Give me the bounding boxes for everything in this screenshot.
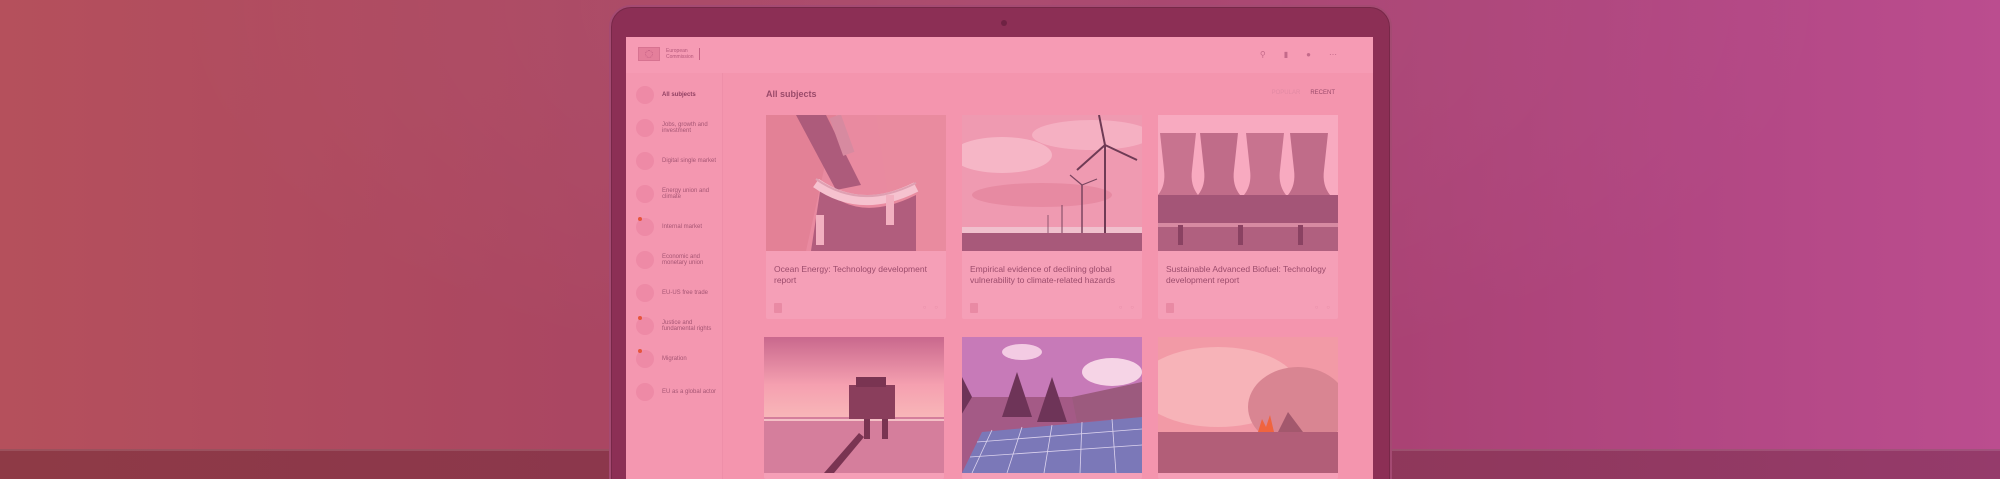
card-title: Ocean Energy: Technology development rep…	[774, 264, 927, 285]
sidebar-item-digital[interactable]: Digital single market	[636, 149, 721, 173]
subject-icon	[636, 86, 654, 104]
publication-card[interactable]	[1158, 337, 1338, 479]
share-icon[interactable]: ○	[923, 305, 927, 311]
oil-rig-image	[764, 337, 944, 473]
sidebar-item-label: EU-US free trade	[662, 289, 709, 296]
sidebar-item-internal-market[interactable]: Internal market	[636, 215, 721, 239]
page-title: All subjects	[766, 89, 817, 99]
card-footer: ○ ○	[774, 303, 938, 313]
user-icon[interactable]: ●	[1306, 50, 1311, 59]
top-actions: ⚲ ▮ ● ⋯	[1260, 50, 1337, 59]
sidebar-item-label: Economic and monetary union	[662, 253, 704, 267]
solar-panels-image	[962, 337, 1142, 473]
subject-icon	[636, 185, 654, 203]
sidebar-item-label: Justice and fundamental rights	[662, 319, 712, 333]
subject-icon	[636, 284, 654, 302]
publication-card[interactable]	[764, 337, 944, 479]
bookmark-icon[interactable]: ▮	[1284, 50, 1288, 59]
subject-icon	[636, 383, 654, 401]
card-footer: ○ ○	[970, 303, 1134, 313]
card-title: Empirical evidence of declining global v…	[970, 264, 1116, 285]
share-icon[interactable]: ○	[1315, 305, 1319, 311]
sidebar-item-all-subjects[interactable]: All subjects	[636, 83, 721, 107]
publication-card[interactable]	[962, 337, 1142, 479]
wind-turbines-image	[962, 115, 1142, 251]
sidebar-item-label: Digital single market	[662, 157, 717, 164]
document-icon	[1166, 303, 1174, 313]
sidebar-item-label: All subjects	[662, 91, 696, 98]
laptop-screen: European Commission ⚲ ▮ ● ⋯ All subjects…	[626, 37, 1373, 479]
sidebar-item-label: Jobs, growth and investment	[662, 121, 708, 135]
subject-icon	[636, 349, 654, 368]
camera-icon	[1001, 20, 1007, 26]
card-footer: ○ ○	[1166, 303, 1330, 313]
card-actions: ○ ○	[1119, 305, 1134, 311]
sidebar-item-label: EU as a global actor	[662, 388, 717, 395]
sidebar-item-energy[interactable]: Energy union and climate	[636, 182, 721, 206]
sort-tabs: POPULAR RECENT	[1272, 90, 1335, 96]
tab-popular[interactable]: POPULAR	[1272, 90, 1301, 96]
subject-icon	[636, 119, 654, 137]
sidebar-item-label: Migration	[662, 355, 687, 362]
card-title: Sustainable Advanced Biofuel: Technology…	[1166, 264, 1327, 285]
sidebar-item-global-actor[interactable]: EU as a global actor	[636, 380, 721, 404]
dam-image	[766, 115, 946, 251]
subject-icon	[636, 251, 654, 269]
subject-icon	[636, 152, 654, 170]
cooling-towers-image	[1158, 115, 1338, 251]
logo-text: European Commission	[666, 48, 700, 60]
sidebar-item-migration[interactable]: Migration	[636, 347, 721, 371]
publication-card[interactable]: Sustainable Advanced Biofuel: Technology…	[1158, 115, 1338, 319]
bookmark-icon[interactable]: ○	[1130, 305, 1134, 311]
more-icon[interactable]: ⋯	[1329, 50, 1337, 59]
card-actions: ○ ○	[1315, 305, 1330, 311]
tab-recent[interactable]: RECENT	[1310, 90, 1335, 96]
sidebar-item-justice[interactable]: Justice and fundamental rights	[636, 314, 721, 338]
ec-logo[interactable]: European Commission	[638, 47, 700, 61]
wildfire-image	[1158, 337, 1338, 473]
sidebar-item-jobs[interactable]: Jobs, growth and investment	[636, 116, 721, 140]
document-icon	[774, 303, 782, 313]
subject-icon	[636, 217, 654, 236]
document-icon	[970, 303, 978, 313]
sidebar: All subjects Jobs, growth and investment…	[626, 73, 723, 479]
publication-card[interactable]: Empirical evidence of declining global v…	[962, 115, 1142, 319]
sidebar-item-economic[interactable]: Economic and monetary union	[636, 248, 721, 272]
top-bar: European Commission ⚲ ▮ ● ⋯	[626, 37, 1373, 73]
bookmark-icon[interactable]: ○	[934, 305, 938, 311]
sidebar-item-trade[interactable]: EU-US free trade	[636, 281, 721, 305]
card-actions: ○ ○	[923, 305, 938, 311]
sidebar-item-label: Energy union and climate	[662, 187, 710, 201]
search-icon[interactable]: ⚲	[1260, 50, 1266, 59]
eu-flag-icon	[638, 47, 660, 61]
bookmark-icon[interactable]: ○	[1326, 305, 1330, 311]
sidebar-item-label: Internal market	[662, 223, 703, 230]
publication-card[interactable]: Ocean Energy: Technology development rep…	[766, 115, 946, 319]
share-icon[interactable]: ○	[1119, 305, 1123, 311]
subject-icon	[636, 316, 654, 335]
